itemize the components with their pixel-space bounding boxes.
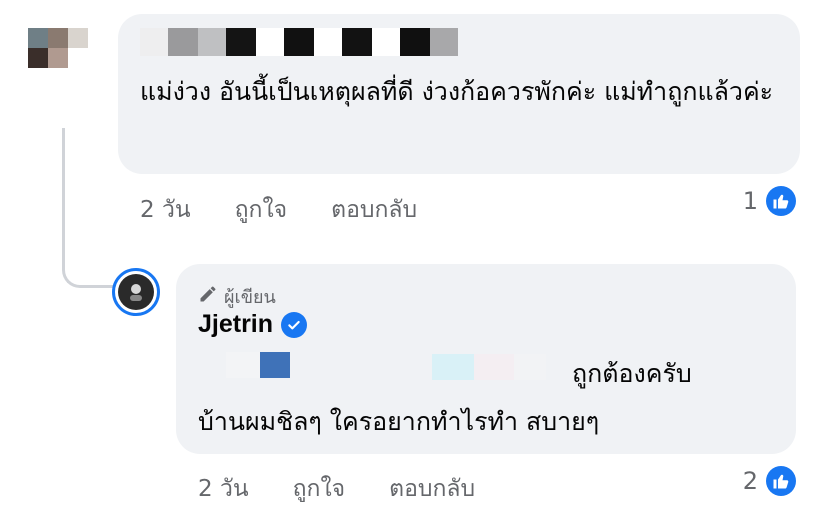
redacted-mention — [260, 352, 290, 378]
reply-timestamp[interactable]: 2 วัน — [198, 471, 249, 507]
redacted-mention — [514, 354, 546, 380]
thumbs-up-icon — [766, 466, 796, 496]
author-name-text[interactable]: Jjetrin — [198, 310, 273, 339]
comment-timestamp[interactable]: 2 วัน — [140, 192, 191, 228]
like-button[interactable]: ถูกใจ — [293, 471, 346, 507]
reply-text-line: บ้านผมชิลๆ ใครอยากทำไรทำ สบายๆ — [198, 407, 600, 436]
author-badge: ผู้เขียน — [198, 282, 276, 311]
thread-connector-line — [62, 128, 114, 288]
reply-button[interactable]: ตอบกลับ — [389, 471, 475, 507]
reaction-count: 2 — [742, 467, 758, 495]
pencil-icon — [198, 284, 218, 309]
reply-text-line: ถูกต้องครับ — [572, 359, 692, 388]
redacted-commenter-name[interactable] — [140, 28, 458, 56]
author-name[interactable]: Jjetrin — [198, 310, 308, 339]
thumbs-up-icon — [766, 186, 796, 216]
reaction-summary[interactable]: 2 — [743, 466, 796, 496]
comment-actions: 2 วัน ถูกใจ ตอบกลับ — [140, 192, 417, 228]
reply-actions: 2 วัน ถูกใจ ตอบกลับ — [198, 471, 475, 507]
redacted-mention — [226, 352, 260, 378]
reply-button[interactable]: ตอบกลับ — [331, 192, 417, 228]
author-badge-label: ผู้เขียน — [224, 287, 276, 308]
redacted-mention — [432, 354, 474, 380]
avatar[interactable] — [28, 28, 88, 88]
reaction-summary[interactable]: 1 — [743, 186, 796, 216]
redacted-mention — [474, 354, 514, 380]
reaction-count: 1 — [742, 187, 758, 215]
author-avatar[interactable] — [112, 268, 160, 316]
comment-text: แม่ง่วง อันนี้เป็นเหตุผลที่ดี ง่วงก้อควร… — [140, 77, 774, 106]
like-button[interactable]: ถูกใจ — [235, 192, 288, 228]
verified-badge-icon — [281, 311, 308, 338]
